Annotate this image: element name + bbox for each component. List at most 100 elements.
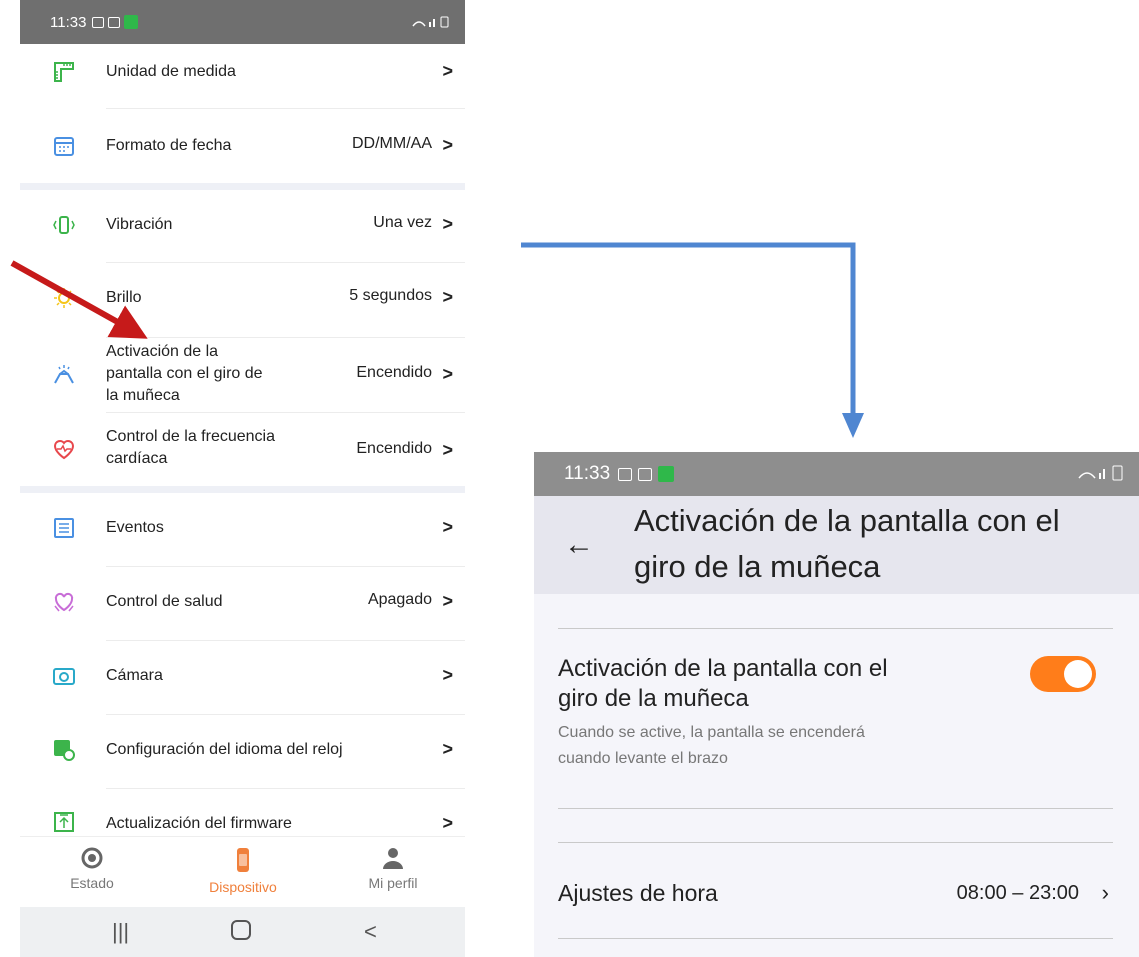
divider [106,566,465,567]
row-label: Brillo [106,289,142,306]
row-label: Formato de fecha [106,137,232,154]
row-label: Control de salud [106,593,223,610]
chevron-right-icon: > [442,665,453,685]
chevron-right-icon: > [442,287,453,307]
time-settings-value: 08:00 – 23:00 [956,882,1079,904]
setting-description: Cuando se active, la pantalla se encende… [558,724,865,767]
vibration-icon [53,216,75,234]
signal-battery-icon [1077,465,1125,484]
chevron-right-icon: > [442,739,453,759]
status-bar: 11:33 [20,0,465,44]
toggle-knob [1064,660,1092,688]
gallery-icon [92,16,105,28]
firmware-icon [54,812,74,832]
nav-device-label: Dispositivo [209,879,277,895]
settings-row-firmware[interactable]: Actualización del firmware > [20,806,465,836]
back-arrow-icon[interactable]: ← [564,528,594,562]
plus-icon [108,16,121,28]
row-label: Actualización del firmware [106,815,292,832]
divider [106,262,465,263]
nav-status[interactable]: Estado [37,847,147,891]
health-icon [54,592,74,612]
divider [106,714,465,715]
divider [106,788,465,789]
settings-screen: 11:33 Unidad de medida > Formato de fech… [20,0,465,957]
divider [558,938,1113,939]
system-nav-bar: ||| < [20,907,465,957]
nav-status-label: Estado [70,875,114,891]
person-icon [383,848,403,869]
row-label: Control de la frecuencia cardíaca [106,428,275,467]
section-separator [20,486,465,493]
ruler-icon [54,62,74,82]
settings-row-camera[interactable]: Cámara > [20,654,465,700]
row-label: Activación de la pantalla con el giro de… [106,343,263,404]
row-value: Encendido [356,364,432,381]
blue-connector-arrow [521,242,864,438]
divider [558,628,1113,629]
camera-icon [53,668,75,685]
divider [106,640,465,641]
time-settings-label: Ajustes de hora [558,880,718,906]
chevron-right-icon: > [442,214,453,234]
divider [558,808,1113,809]
row-label: Configuración del idioma del reloj [106,741,343,758]
section-separator [20,183,465,190]
settings-row-brightness[interactable]: Brillo 5 segundos > [20,276,465,322]
recent-apps-icon[interactable]: ||| [112,919,129,945]
page-title: Activación de la pantalla con el giro de… [634,503,1060,584]
row-label: Vibración [106,216,173,233]
status-bar: 11:33 [534,452,1139,496]
row-label: Eventos [106,519,164,536]
heart-rate-icon [53,440,75,460]
nav-device[interactable]: Dispositivo [188,847,298,895]
row-value: Una vez [373,214,432,231]
chevron-right-icon: > [442,364,453,384]
row-value: Apagado [367,591,432,608]
settings-row-date-format[interactable]: Formato de fecha DD/MM/AA > [20,124,465,170]
chevron-right-icon: > [442,813,453,833]
row-label: Cámara [106,667,163,684]
settings-row-language[interactable]: Configuración del idioma del reloj > [20,728,465,774]
chevron-right-icon: > [442,61,453,81]
settings-row-heart-rate[interactable]: Control de la frecuencia cardíaca Encend… [20,424,465,474]
gallery-icon [618,467,633,481]
settings-row-wrist-activation[interactable]: Activación de la pantalla con el giro de… [20,340,465,410]
chevron-right-icon: > [442,517,453,537]
plus-icon [638,467,653,481]
home-icon[interactable] [230,918,252,948]
settings-row-events[interactable]: Eventos > [20,506,465,552]
signal-battery-icon [411,16,451,28]
back-nav-icon[interactable]: < [364,919,377,945]
chevron-right-icon: > [442,440,453,460]
settings-row-health[interactable]: Control de salud Apagado > [20,580,465,626]
sun-icon [54,288,74,308]
row-value: Encendido [356,440,432,457]
chevron-right-icon: › [1101,880,1109,905]
chevron-right-icon: > [442,591,453,611]
chevron-right-icon: > [442,135,453,155]
settings-row-vibration[interactable]: Vibración Una vez > [20,203,465,249]
status-time: 11:33 [50,13,87,31]
row-label: Unidad de medida [106,63,236,80]
settings-row-unit[interactable]: Unidad de medida > [20,50,465,96]
wrist-activation-screen: 11:33 ← Activación de la pantalla con el… [534,452,1139,957]
status-icon [81,847,103,869]
wrist-activation-toggle[interactable] [1030,656,1096,692]
events-icon [54,518,74,538]
watch-icon [237,848,249,872]
running-icon [124,15,139,29]
nav-profile[interactable]: Mi perfil [338,847,448,891]
divider [558,842,1113,843]
running-icon [658,466,675,482]
bottom-nav: Estado Dispositivo Mi perfil [20,836,465,907]
app-bar: ← Activación de la pantalla con el giro … [534,496,1139,594]
status-time: 11:33 [564,463,611,484]
nav-profile-label: Mi perfil [368,875,418,891]
language-icon [54,740,75,761]
calendar-icon [54,137,74,156]
row-value: 5 segundos [349,287,432,304]
divider [106,337,465,338]
wrist-icon [54,365,74,384]
divider [106,412,465,413]
